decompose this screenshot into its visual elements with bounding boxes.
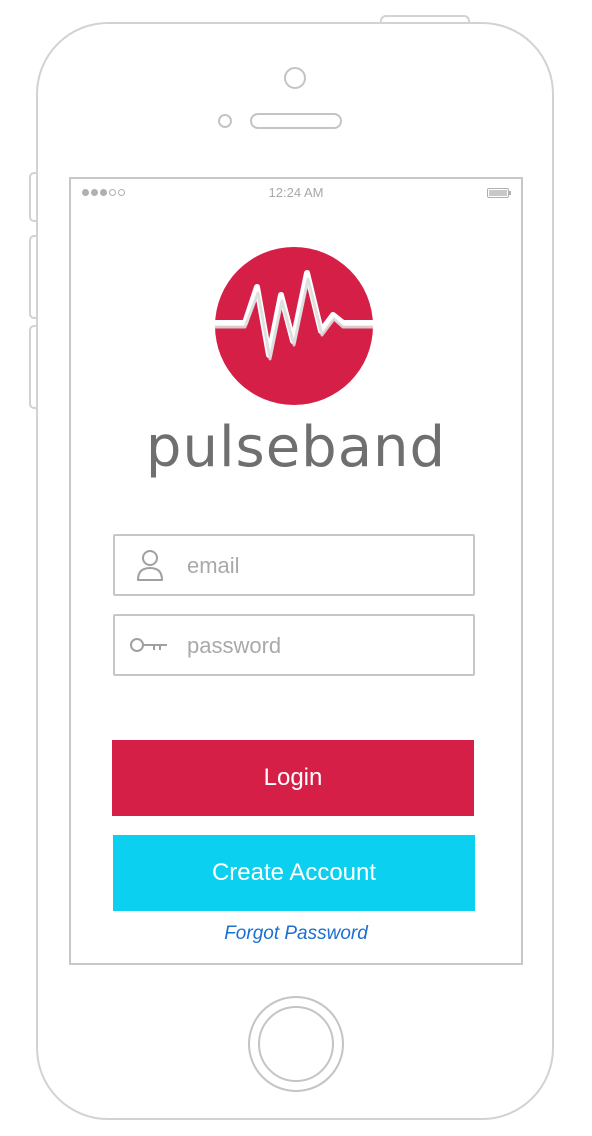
home-button[interactable] xyxy=(248,996,344,1092)
forgot-password-link[interactable]: Forgot Password xyxy=(71,923,521,945)
user-icon xyxy=(137,550,163,581)
create-account-button[interactable]: Create Account xyxy=(113,835,475,911)
key-icon xyxy=(130,638,167,652)
battery-icon xyxy=(487,188,509,198)
email-field[interactable] xyxy=(185,536,469,596)
status-bar: 12:24 AM xyxy=(71,179,521,205)
login-button[interactable]: Login xyxy=(112,740,474,816)
home-button-ring xyxy=(258,1006,334,1082)
password-field-container[interactable] xyxy=(113,614,475,676)
battery-level xyxy=(489,190,507,196)
battery-tip xyxy=(509,191,511,195)
email-field-container[interactable] xyxy=(113,534,475,596)
status-time: 12:24 AM xyxy=(268,185,324,200)
proximity-sensor xyxy=(218,114,232,128)
front-camera xyxy=(284,67,306,89)
earpiece-speaker xyxy=(250,113,342,129)
pulse-wave-icon xyxy=(215,247,373,405)
brand-name: pulseband xyxy=(145,415,447,480)
password-field[interactable] xyxy=(185,616,469,676)
phone-screen: 12:24 AM pulseband Login Create Account … xyxy=(69,177,523,965)
